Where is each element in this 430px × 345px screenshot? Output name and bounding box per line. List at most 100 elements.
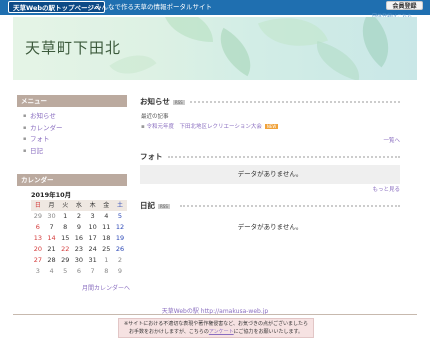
calendar-day[interactable]: 8 (99, 266, 113, 277)
calendar-day[interactable]: 29 (58, 255, 72, 266)
calendar-day[interactable]: 1 (99, 255, 113, 266)
rss-badge[interactable]: RSS (172, 99, 185, 105)
calendar-day[interactable]: 16 (72, 233, 86, 244)
calendar-day[interactable]: 8 (58, 222, 72, 233)
calendar-day[interactable]: 31 (86, 255, 100, 266)
news-title-text[interactable]: お知らせ (140, 97, 170, 106)
menu-item-photo[interactable]: フォト (23, 134, 63, 146)
calendar-day[interactable]: 30 (45, 211, 59, 222)
menu-item-diary[interactable]: 日記 (23, 146, 63, 158)
photo-empty-message: データがありません。 (140, 165, 400, 184)
calendar-day[interactable]: 4 (45, 266, 59, 277)
menu-heading: メニュー (17, 95, 127, 107)
news-article-title[interactable]: 令和元年度 下田北地区レクリエーション大会 (146, 124, 261, 130)
calendar-day[interactable]: 20 (31, 244, 45, 255)
monthly-calendar-link[interactable]: 月間カレンダーへ (82, 283, 130, 292)
calendar-day[interactable]: 5 (113, 211, 127, 222)
notice-text-post: にご協力をお願いいたします。 (233, 328, 304, 335)
weekday-cell: 火 (58, 200, 73, 211)
calendar-weekday-row: 日 月 火 水 木 金 土 (31, 200, 127, 211)
calendar-day[interactable]: 9 (72, 222, 86, 233)
diary-empty-message: データがありません。 (237, 223, 303, 231)
calendar-grid: 日 月 火 水 木 金 土 29 30 1 2 3 4 5 6 7 8 9 10… (31, 200, 127, 277)
diary-section-title: 日記 RSS (140, 200, 170, 211)
leaf-decoration (310, 41, 366, 80)
menu-item-calendar[interactable]: カレンダー (23, 123, 62, 135)
rss-badge[interactable]: RSS (158, 203, 170, 209)
section-divider (190, 101, 400, 103)
calendar-month: 2019年10月 (31, 191, 72, 199)
leaf-decoration (347, 17, 404, 68)
leaf-decoration (208, 27, 263, 77)
weekday-cell: 木 (85, 200, 100, 211)
section-divider (180, 205, 400, 207)
calendar-day[interactable]: 27 (31, 255, 45, 266)
member-register-button[interactable]: 会員登録 (386, 1, 423, 10)
calendar-heading: カレンダー (17, 174, 127, 186)
footer-divider (13, 314, 417, 315)
weekday-cell: 土 (113, 200, 127, 211)
calendar-week-row: 29 30 1 2 3 4 5 (31, 211, 127, 222)
calendar-day[interactable]: 22 (58, 244, 72, 255)
calendar-day[interactable]: 3 (86, 211, 100, 222)
calendar-day[interactable]: 15 (58, 233, 72, 244)
top-bar: 天草Webの駅トップページへ みんなで作る天草の情報ポータルサイト 会員登録 (0, 0, 430, 15)
site-header-banner: 天草町下田北 (13, 17, 417, 80)
calendar-day[interactable]: 25 (99, 244, 113, 255)
calendar-day[interactable]: 21 (45, 244, 59, 255)
calendar-day[interactable]: 26 (113, 244, 127, 255)
photo-section-title[interactable]: フォト (140, 151, 163, 162)
calendar-day[interactable]: 17 (86, 233, 100, 244)
leaf-decoration (257, 17, 329, 62)
calendar-day[interactable]: 4 (99, 211, 113, 222)
calendar-day[interactable]: 6 (72, 266, 86, 277)
calendar-day[interactable]: 10 (86, 222, 100, 233)
recent-articles-label: 最近の記事 (141, 114, 169, 120)
calendar-week-row: 20 21 22 23 24 25 26 (31, 244, 127, 255)
notice-line-1: ※サイトにおける不適切な表現や著作権侵害など、お気づきの点がございましたら (124, 321, 308, 327)
portal-home-link[interactable]: 天草Webの駅トップページへ (8, 1, 106, 13)
calendar-day[interactable]: 28 (45, 255, 59, 266)
calendar-day[interactable]: 5 (58, 266, 72, 277)
calendar-week-row: 3 4 5 6 7 8 9 (31, 266, 127, 277)
feedback-notice: ※サイトにおける不適切な表現や著作権侵害など、お気づきの点がございましたら お手… (118, 318, 314, 338)
menu-item-news[interactable]: お知らせ (23, 111, 63, 123)
portal-slogan: みんなで作る天草の情報ポータルサイト (95, 3, 212, 11)
calendar-day[interactable]: 29 (31, 211, 45, 222)
notice-text-pre: お手数をおかけしますが、こちらの (128, 328, 209, 335)
calendar-day[interactable]: 2 (113, 255, 127, 266)
news-section-title: お知らせ RSS (140, 96, 185, 107)
calendar-day[interactable]: 9 (113, 266, 127, 277)
calendar-day[interactable]: 23 (72, 244, 86, 255)
photo-more-link[interactable]: もっと見る (350, 185, 400, 193)
calendar-day[interactable]: 2 (72, 211, 86, 222)
calendar-day[interactable]: 18 (99, 233, 113, 244)
new-badge: NEW (264, 124, 279, 129)
calendar-day[interactable]: 3 (31, 266, 45, 277)
calendar-day[interactable]: 11 (99, 222, 113, 233)
calendar-day[interactable]: 30 (72, 255, 86, 266)
calendar-day[interactable]: 13 (31, 233, 45, 244)
calendar-week-row: 13 14 15 16 17 18 19 (31, 233, 127, 244)
survey-link[interactable]: アンケート (209, 329, 234, 335)
calendar-day[interactable]: 7 (45, 222, 59, 233)
leaf-decoration (163, 17, 213, 42)
news-list-link[interactable]: 一覧へ (370, 136, 400, 144)
site-title[interactable]: 天草町下田北 (25, 37, 121, 58)
weekday-cell: 水 (72, 200, 86, 211)
calendar-day[interactable]: 6 (31, 222, 45, 233)
section-divider (168, 156, 400, 158)
notice-line-2: お手数をおかけしますが、こちらのアンケートにご協力をお願いいたします。 (124, 329, 308, 337)
weekday-cell: 日 (31, 200, 45, 211)
calendar-day[interactable]: 7 (86, 266, 100, 277)
calendar-week-row: 27 28 29 30 31 1 2 (31, 255, 127, 266)
calendar-day[interactable]: 19 (113, 233, 127, 244)
calendar-day[interactable]: 1 (58, 211, 72, 222)
calendar-day[interactable]: 12 (113, 222, 127, 233)
calendar-day[interactable]: 24 (86, 244, 100, 255)
weekday-cell: 金 (99, 200, 114, 211)
calendar-day[interactable]: 14 (45, 233, 59, 244)
news-article-link[interactable]: ▪ 令和元年度 下田北地区レクリエーション大会 NEW (141, 122, 279, 130)
calendar-week-row: 6 7 8 9 10 11 12 (31, 222, 127, 233)
diary-title-text[interactable]: 日記 (140, 201, 155, 210)
